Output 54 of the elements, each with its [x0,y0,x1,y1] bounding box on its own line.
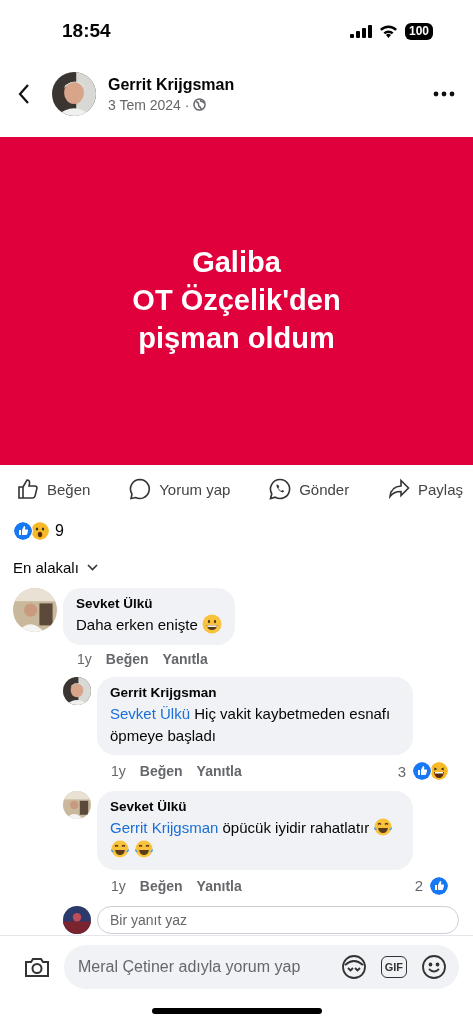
reaction-count: 2 [414,877,423,895]
like-reaction-icon [429,875,449,896]
author-name[interactable]: Gerrit Krijgsman [108,75,421,94]
grinning-face-icon [201,614,222,634]
comment-button[interactable]: Yorum yap [128,475,231,503]
share-button[interactable]: Paylaş [386,475,463,503]
like-button[interactable]: Beğen [16,475,91,503]
emoji-icon[interactable] [421,954,447,980]
tears-of-joy-icon [134,839,155,859]
tears-of-joy-icon [373,817,394,838]
whatsapp-button[interactable]: Gönder [268,475,350,503]
like-reaction-icon [13,521,33,541]
comment-author[interactable]: Sevket Ülkü [110,799,400,815]
comment-text: Gerrit Krijgsman öpücük iyidir rahatlatır [110,817,400,861]
gif-button[interactable]: GIF [380,956,407,978]
comment-time: 1y [77,650,92,667]
status-time: 18:54 [62,20,111,42]
comment-text: Daha erken enişte [76,614,222,636]
camera-icon[interactable] [24,956,50,978]
mention-link[interactable]: Gerrit Krijgsman [110,819,219,837]
comment-time: 1y [111,877,126,894]
like-link[interactable]: Beğen [139,763,183,780]
avatar-sticker-icon[interactable] [340,954,367,980]
post-date: 3 Tem 2024 · [108,96,190,113]
surprised-reaction-icon [30,521,50,541]
like-link[interactable]: Beğen [139,877,183,894]
comment-time: 1y [111,763,126,780]
tears-of-joy-icon [110,839,130,859]
comment-text: Sevket Ülkü Hiç vakit kaybetmeden esnafı öpmeye başladı [110,703,392,746]
comment-author[interactable]: Sevket Ülkü [76,596,222,611]
globe-icon [193,98,207,111]
speech-bubble-icon [128,477,153,501]
back-icon[interactable] [18,83,30,105]
reaction-count: 9 [55,522,64,540]
more-icon[interactable] [433,91,455,97]
phone-bubble-icon [268,477,293,501]
reply-link[interactable]: Yanıtla [162,650,208,667]
reply-link[interactable]: Yanıtla [196,877,242,894]
post-text: Galiba OT Özçelik'den pişman oldum [132,245,341,356]
chevron-down-icon [86,564,98,571]
signal-icon [349,24,372,38]
sort-dropdown[interactable]: En alakalı [13,559,98,576]
like-reaction-icon [412,761,432,782]
battery-indicator: 100 [404,22,433,40]
reaction-count: 3 [397,762,406,780]
like-link[interactable]: Beğen [105,650,149,667]
laughing-reaction-icon [429,761,449,782]
thumbs-up-icon [16,477,40,501]
mention-link[interactable]: Sevket Ülkü [110,704,191,722]
reply-link[interactable]: Yanıtla [196,763,242,780]
share-arrow-icon [386,477,411,501]
comment-author[interactable]: Gerrit Krijgsman [110,684,400,700]
wifi-icon [378,24,398,38]
reply-field[interactable]: Bir yanıt yaz [97,905,459,934]
